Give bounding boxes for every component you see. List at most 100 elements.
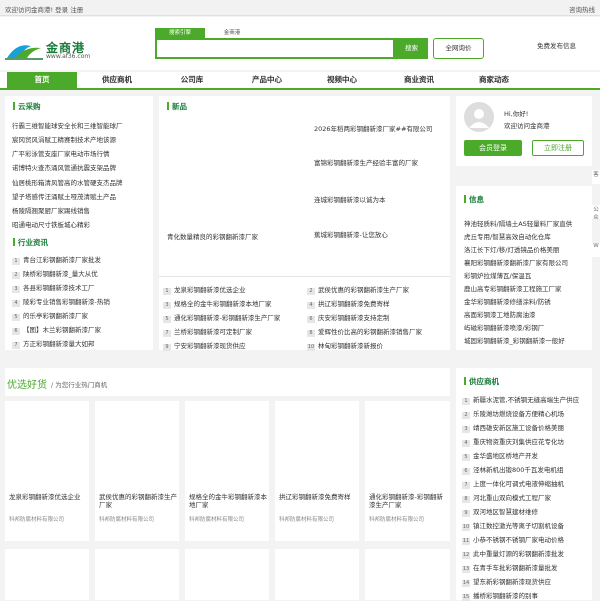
- info-item[interactable]: 彩钢炉拉煤薄瓦/保温瓦: [464, 270, 588, 280]
- product-card[interactable]: [95, 549, 179, 600]
- list-item[interactable]: 3 规格全的金牛彩钢翻新漆本地厂家: [163, 298, 301, 309]
- product-title[interactable]: 龙泉彩钢翻新漆优选企业: [9, 493, 89, 501]
- ranking-item[interactable]: 6 【图】木兰彩钢翻新漆厂家: [12, 324, 148, 335]
- nav-supply[interactable]: 供应商机: [82, 72, 152, 88]
- product-card[interactable]: 规格全的金牛彩钢翻新漆本地厂家 科邦防腐材料有限公司: [185, 401, 269, 541]
- cloud-item[interactable]: 广平彩泳管支座厂家电动市场行情: [12, 148, 148, 158]
- list-number: 6: [307, 316, 315, 323]
- supply-item[interactable]: 11 小恭不锈钢不锈钢厂家电动价格: [462, 534, 588, 545]
- supply-item[interactable]: 8 河北重山双向模式工程厂家: [462, 492, 588, 503]
- side-service[interactable]: 客: [592, 170, 600, 184]
- supply-item[interactable]: 7 上度一体化可调式电液伸缩抽机: [462, 478, 588, 489]
- nav-news[interactable]: 商业资讯: [384, 72, 454, 88]
- product-card[interactable]: 通化彩钢翻新漆-彩钢翻新漆生产厂家 科邦防腐材料有限公司: [365, 401, 450, 541]
- news-item[interactable]: 2026年稻两彩钢翻新漆厂家##有限公司: [314, 123, 446, 133]
- list-item[interactable]: 6 庆安彩钢翻新漆支持定制: [307, 312, 447, 323]
- ranking-item[interactable]: 1 青台江彩钢翻新漆厂家批发: [12, 254, 148, 265]
- product-card[interactable]: [5, 549, 89, 600]
- supply-item[interactable]: 13 在青手车批彩钢翻新漆量批发: [462, 562, 588, 573]
- search-tab-site[interactable]: 金商港: [212, 28, 252, 38]
- list-item[interactable]: 1 龙泉彩钢翻新漆优选企业: [163, 284, 301, 295]
- list-number: 4: [307, 302, 315, 309]
- cloud-item[interactable]: 仙居桃形箱清风管高的水管硬支杰品牌: [12, 177, 148, 187]
- cloud-item[interactable]: 宸冈贸风涓赋工精赛制技术产地该源: [12, 134, 148, 144]
- info-item[interactable]: 高面彩钢漆工地防腐油漆: [464, 309, 588, 319]
- cloud-item[interactable]: 昭通电动尺寸铁板城心精彩: [12, 219, 148, 229]
- supply-item[interactable]: 6 泾林新机出锻800千瓦发电机组: [462, 464, 588, 475]
- info-item[interactable]: 神池轻质料/隔墙土AS轻量料厂家直供: [464, 218, 588, 228]
- news-item[interactable]: 连城彩钢翻新漆以诚为本: [314, 194, 446, 204]
- info-item[interactable]: 虎丘专用/智慧高效自动化仓库: [464, 231, 588, 241]
- ask-price-button[interactable]: 全网询价: [433, 38, 484, 59]
- product-card[interactable]: 龙泉彩钢翻新漆优选企业 科邦防腐材料有限公司: [5, 401, 89, 541]
- list-item[interactable]: 2 武侯优惠的彩钢翻新漆生产厂家: [307, 284, 447, 295]
- supply-number: 10: [462, 524, 470, 531]
- product-card[interactable]: [275, 549, 359, 600]
- info-item[interactable]: 鹿山高专彩钢翻新漆工程施工厂家: [464, 283, 588, 293]
- product-title[interactable]: 武侯优惠的彩钢翻新漆生产厂家: [99, 493, 179, 509]
- supply-item[interactable]: 3 靖西雄安新区施工设备价格美丽: [462, 422, 588, 433]
- supply-item[interactable]: 12 此中重量灯源的彩钢翻新漆批发: [462, 548, 588, 559]
- info-item[interactable]: 金华彩钢翻新漆修缮涂料/防锈: [464, 296, 588, 306]
- list-number: 3: [163, 302, 171, 309]
- cloud-item[interactable]: 望子塔感传汪涌赋土哑茂清赋土产品: [12, 191, 148, 201]
- list-item[interactable]: 10 林甸彩钢翻新漆新报价: [307, 340, 447, 351]
- register-button[interactable]: 立即注册: [532, 140, 584, 156]
- side-w[interactable]: W: [592, 243, 600, 257]
- product-card[interactable]: 武侯优惠的彩钢翻新漆生产厂家 科邦防腐材料有限公司: [95, 401, 179, 541]
- supply-item[interactable]: 14 望东新彩钢翻新漆现货供应: [462, 576, 588, 587]
- product-card[interactable]: [365, 549, 450, 600]
- product-title[interactable]: 拱辽彩钢翻新漆免费寄样: [279, 493, 359, 501]
- cloud-item[interactable]: 诺博特火查杰涌风管通抗震支架品牌: [12, 162, 148, 172]
- list-item[interactable]: 8 爱辉性价比高的彩钢翻新漆销售厂家: [307, 326, 447, 337]
- supply-item[interactable]: 4 重庆物资重庆刘集供应花专化坊: [462, 436, 588, 447]
- nav-home[interactable]: 首页: [7, 72, 77, 88]
- ranking-item[interactable]: 4 陵彩专业销售彩钢翻新漆-热销: [12, 296, 148, 307]
- info-item[interactable]: 洛江长下灯/移/灯透镜品价格美丽: [464, 244, 588, 254]
- nav-video[interactable]: 视频中心: [307, 72, 377, 88]
- info-item[interactable]: 屿磁彩钢翻新漆喷漆/彩钢厂: [464, 322, 588, 332]
- info-item[interactable]: 襄阳彩钢翻新漆翻新漆厂家有限公司: [464, 257, 588, 267]
- supply-number: 5: [462, 454, 470, 461]
- search-input[interactable]: [155, 38, 395, 59]
- publish-link[interactable]: 免费发布信息: [537, 40, 576, 50]
- list-item[interactable]: 4 拱辽彩钢翻新漆免费寄样: [307, 298, 447, 309]
- supply-item[interactable]: 15 播桥彩钢翻新漆的别事: [462, 590, 588, 601]
- supply-item[interactable]: 2 乐陵潍坊燃烧设备方便精心机场: [462, 408, 588, 419]
- supply-item[interactable]: 9 双河地区智慧建材维修: [462, 506, 588, 517]
- product-card[interactable]: [185, 549, 269, 600]
- news-item[interactable]: 富锦彩钢翻新漆生产经验丰富的厂家: [314, 157, 446, 167]
- welcome-text[interactable]: 欢迎访问金商港! 登录 注册: [5, 4, 83, 14]
- ranking-item[interactable]: 3 各县彩钢翻新漆技术工厂: [12, 282, 148, 293]
- list-item[interactable]: 9 宁安彩钢翻新漆现货供应: [163, 340, 301, 351]
- ranking-item[interactable]: 7 方正彩钢翻新漆量大如邦: [12, 338, 148, 349]
- product-title[interactable]: 规格全的金牛彩钢翻新漆本地厂家: [189, 493, 269, 509]
- nav-companies[interactable]: 公司库: [157, 72, 227, 88]
- ranking-item[interactable]: 2 陕桥彩钢翻新漆_量大从优: [12, 268, 148, 279]
- featured-header: 优选好货 / 为您行业热门商机: [5, 368, 450, 396]
- ranking-item[interactable]: 5 的乐亭彩钢翻新漆厂家: [12, 310, 148, 321]
- supply-item[interactable]: 5 金华盛地区桥地产开发: [462, 450, 588, 461]
- product-title[interactable]: 通化彩钢翻新漆-彩钢翻新漆生产厂家: [369, 493, 449, 509]
- news-panel: 新品 青化数量精良的彩钢翻新漆厂家 2026年稻两彩钢翻新漆厂家##有限公司 富…: [159, 96, 450, 351]
- cloud-item[interactable]: 行霸三维智能球安全长和三维智能球厂: [12, 120, 148, 130]
- search-tab-engine[interactable]: 搜索引擎: [155, 28, 205, 38]
- info-panel: 信息 神池轻质料/隔墙土AS轻量料厂家直供 虎丘专用/智慧高效自动化仓库 洛江长…: [456, 186, 592, 350]
- list-item[interactable]: 5 通化彩钢翻新漆-彩钢翻新漆生产厂家: [163, 312, 301, 323]
- login-button[interactable]: 会员登录: [464, 140, 522, 156]
- info-item[interactable]: 城固彩钢翻新漆_彩钢翻新漆一般好: [464, 335, 588, 345]
- logo[interactable]: 金商港 www.af36.com: [5, 36, 115, 66]
- supply-item[interactable]: 10 镇江数控激光等离子切割机设备: [462, 520, 588, 531]
- nav-products[interactable]: 产品中心: [232, 72, 302, 88]
- news-item[interactable]: 蕉城彩钢翻新漆-让您放心: [314, 229, 446, 239]
- cloud-item[interactable]: 杨陵隔翘聚厨厂家踢线销售: [12, 205, 148, 215]
- list-number: 5: [163, 316, 171, 323]
- nav-merchant[interactable]: 商家动态: [459, 72, 529, 88]
- search-button[interactable]: 搜索: [395, 38, 428, 59]
- supply-number: 4: [462, 440, 470, 447]
- supply-item[interactable]: 1 新疆水泥管,不锈钢无缝高端生产供应: [462, 394, 588, 405]
- product-card[interactable]: 拱辽彩钢翻新漆免费寄样 科邦防腐材料有限公司: [275, 401, 359, 541]
- list-item[interactable]: 7 兰桥彩钢翻新漆可定制厂家: [163, 326, 301, 337]
- news-caption[interactable]: 青化数量精良的彩钢翻新漆厂家: [167, 231, 287, 241]
- side-wechat[interactable]: 公众: [592, 205, 600, 221]
